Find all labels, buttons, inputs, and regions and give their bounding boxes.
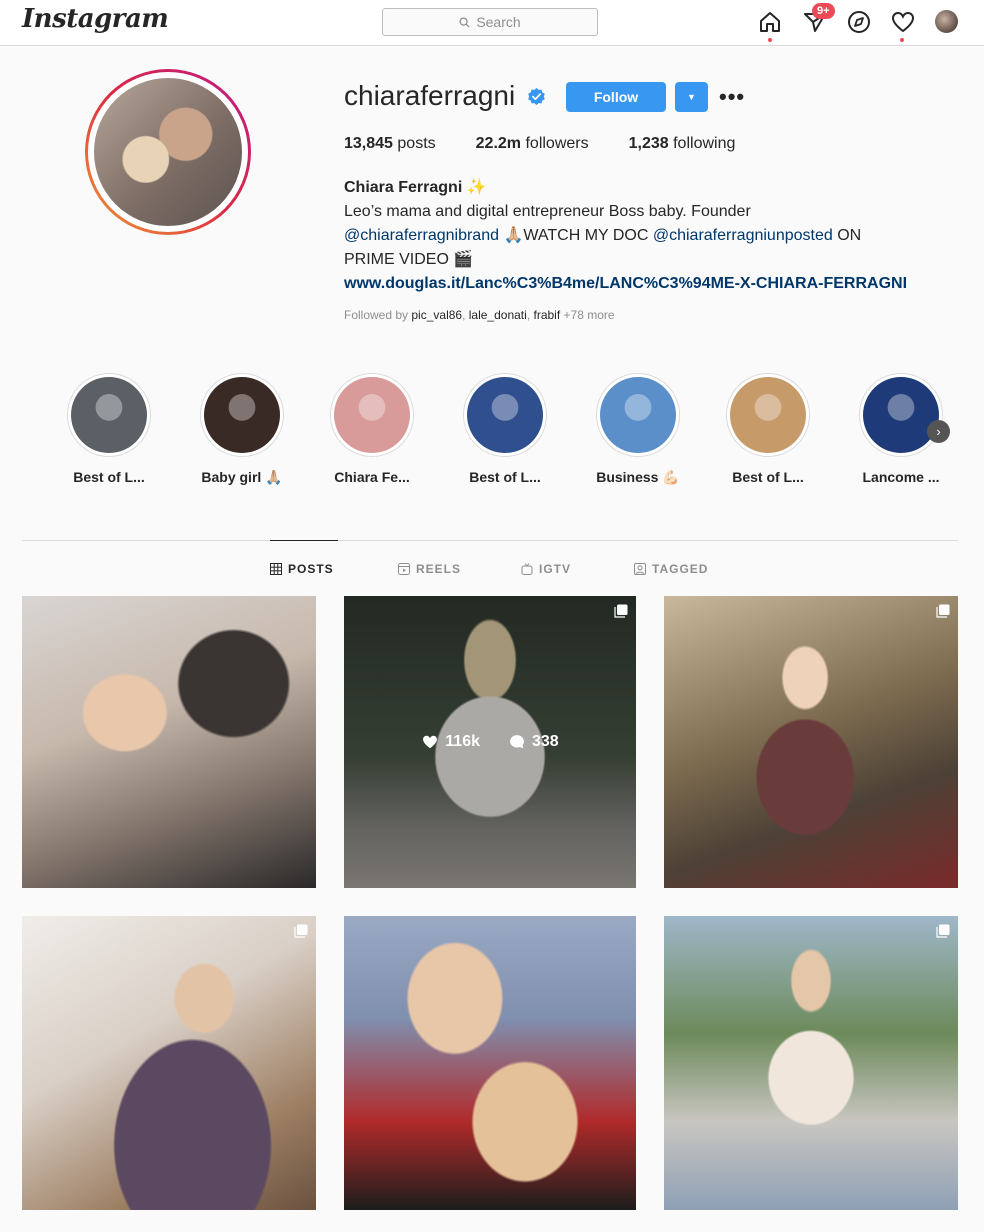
notification-badge: 9+ bbox=[812, 3, 835, 19]
profile-full-name: Chiara Ferragni ✨ bbox=[344, 179, 487, 196]
search-input[interactable]: Search bbox=[382, 8, 598, 36]
multiple-photos-icon bbox=[614, 604, 628, 618]
posts-count: 13,845 posts bbox=[344, 135, 436, 152]
heart-icon bbox=[423, 735, 438, 749]
story-highlight[interactable]: Business 💪🏻 bbox=[583, 373, 693, 486]
suggested-dropdown-button[interactable]: ▼ bbox=[675, 82, 708, 112]
post-thumbnail[interactable] bbox=[22, 596, 316, 888]
search-placeholder: Search bbox=[476, 14, 521, 30]
post-thumbnail[interactable] bbox=[22, 916, 316, 1210]
more-options-icon[interactable]: ••• bbox=[719, 84, 745, 110]
multiple-photos-icon bbox=[936, 924, 950, 938]
post-likes: 116k bbox=[421, 733, 480, 751]
bio-mention-brand[interactable]: @chiaraferragnibrand bbox=[344, 227, 499, 244]
tab-igtv[interactable]: IGTV bbox=[521, 562, 571, 576]
highlight-label: Best of L... bbox=[732, 469, 804, 485]
tab-posts[interactable]: POSTS bbox=[270, 562, 334, 576]
bio-line-2: @chiaraferragnibrand 🙏🏼WATCH MY DOC @chi… bbox=[344, 227, 862, 244]
activity-heart-icon[interactable] bbox=[890, 9, 916, 35]
tabs-divider bbox=[22, 540, 958, 541]
highlights-next-arrow-icon[interactable]: › bbox=[927, 420, 950, 443]
highlight-label: Best of L... bbox=[469, 469, 541, 485]
profile-photo bbox=[94, 78, 242, 226]
story-highlight[interactable]: Chiara Fe... bbox=[317, 373, 427, 485]
tab-reels[interactable]: REELS bbox=[398, 562, 461, 576]
highlight-cover bbox=[334, 377, 410, 453]
active-tab-indicator bbox=[270, 540, 338, 541]
followers-count[interactable]: 22.2m followers bbox=[476, 135, 589, 153]
bio-mention-unposted[interactable]: @chiaraferragniunposted bbox=[653, 227, 833, 244]
multiple-photos-icon bbox=[294, 924, 308, 938]
reels-icon bbox=[398, 563, 410, 575]
instagram-logo[interactable]: Instagram bbox=[22, 4, 169, 34]
bio-line-1: Leo’s mama and digital entrepreneur Boss… bbox=[344, 203, 751, 220]
post-thumbnail[interactable] bbox=[344, 916, 636, 1210]
highlight-label: Best of L... bbox=[73, 469, 145, 485]
profile-stats: 13,845 posts 22.2m followers 1,238 follo… bbox=[344, 135, 735, 153]
highlight-label: Lancome ... bbox=[862, 469, 940, 485]
comment-icon bbox=[510, 735, 524, 749]
search-icon bbox=[459, 16, 470, 28]
story-highlight[interactable]: Baby girl 🙏🏼 bbox=[187, 373, 297, 486]
followed-by-user[interactable]: pic_val86 bbox=[411, 308, 462, 322]
story-highlight[interactable]: Best of L... bbox=[54, 373, 164, 485]
highlight-cover bbox=[71, 377, 147, 453]
highlight-cover bbox=[730, 377, 806, 453]
home-activity-dot bbox=[768, 38, 772, 42]
bio-line-3: PRIME VIDEO 🎬 bbox=[344, 251, 474, 268]
post-hover-stats: 116k 338 bbox=[344, 596, 636, 888]
post-thumbnail[interactable] bbox=[664, 916, 958, 1210]
highlight-cover bbox=[863, 377, 939, 453]
followed-by[interactable]: Followed by pic_val86, lale_donati, frab… bbox=[344, 308, 615, 322]
multiple-photos-icon bbox=[936, 604, 950, 618]
story-highlight[interactable]: Best of L... bbox=[713, 373, 823, 485]
highlight-label: Chiara Fe... bbox=[334, 469, 410, 485]
highlight-cover bbox=[467, 377, 543, 453]
verified-badge-icon bbox=[528, 87, 545, 106]
igtv-icon bbox=[521, 563, 533, 575]
grid-icon bbox=[270, 563, 282, 575]
highlight-label: Baby girl 🙏🏼 bbox=[201, 469, 283, 485]
profile-avatar-nav[interactable] bbox=[935, 10, 958, 33]
highlight-cover bbox=[204, 377, 280, 453]
tab-tagged[interactable]: TAGGED bbox=[634, 562, 708, 576]
explore-compass-icon[interactable] bbox=[846, 9, 872, 35]
profile-username: chiaraferragni bbox=[344, 80, 516, 111]
post-comments: 338 bbox=[508, 733, 559, 751]
post-thumbnail[interactable] bbox=[664, 596, 958, 888]
activity-dot bbox=[900, 38, 904, 42]
profile-bio: Chiara Ferragni ✨ Leo’s mama and digital… bbox=[344, 176, 954, 296]
tagged-icon bbox=[634, 563, 646, 575]
highlight-cover bbox=[600, 377, 676, 453]
followed-by-user[interactable]: lale_donati bbox=[469, 308, 527, 322]
following-count[interactable]: 1,238 following bbox=[629, 135, 736, 153]
follow-button[interactable]: Follow bbox=[566, 82, 666, 112]
top-navbar: Instagram Search 9+ bbox=[0, 0, 984, 46]
followed-by-user[interactable]: frabif bbox=[533, 308, 560, 322]
post-thumbnail[interactable]: 116k 338 bbox=[344, 596, 636, 888]
bio-website-link[interactable]: www.douglas.it/Lanc%C3%B4me/LANC%C3%94ME… bbox=[344, 272, 950, 296]
profile-avatar[interactable] bbox=[85, 69, 251, 235]
highlight-label: Business 💪🏻 bbox=[596, 469, 680, 485]
story-highlight[interactable]: Best of L... bbox=[450, 373, 560, 485]
home-icon[interactable] bbox=[757, 9, 783, 35]
